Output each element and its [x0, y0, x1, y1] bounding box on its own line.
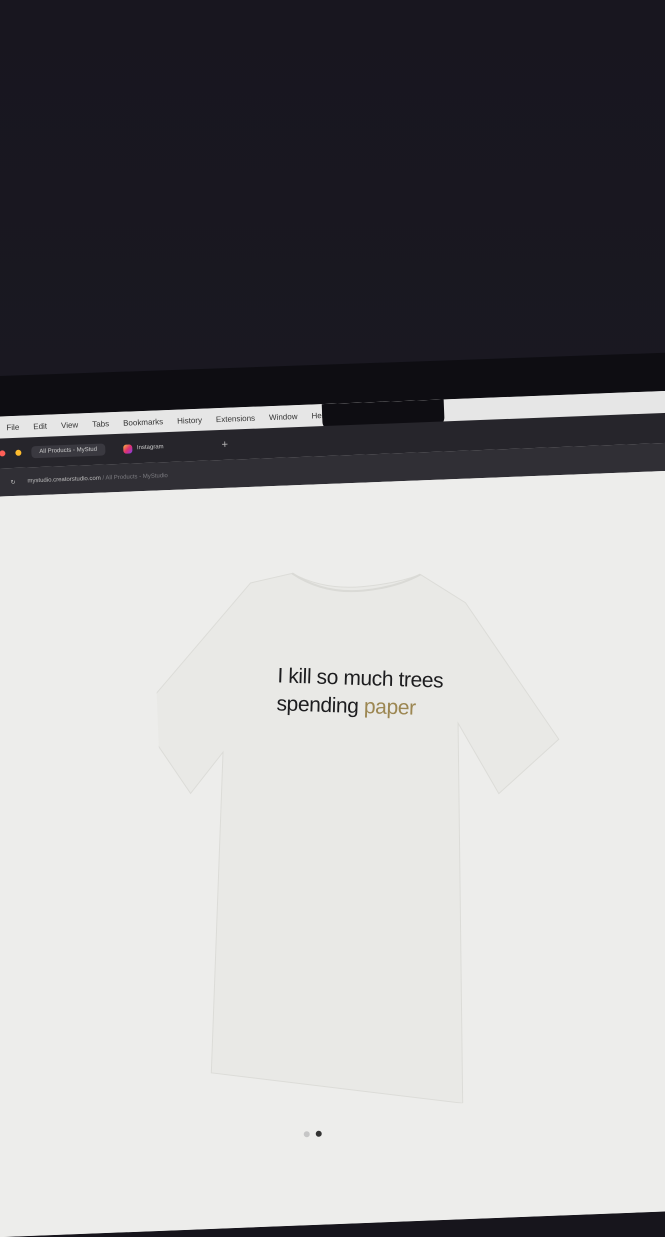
- shirt-print-text: I kill so much trees spending paper: [276, 662, 498, 725]
- carousel-dot-1[interactable]: [303, 1131, 310, 1138]
- product-image[interactable]: I kill so much trees spending paper: [136, 557, 632, 1114]
- tab-all-products[interactable]: All Products - MyStud: [31, 443, 106, 459]
- tshirt-image: [136, 572, 560, 1104]
- page-content: I kill so much trees spending paper: [0, 468, 665, 1237]
- shirt-line-2-highlight: paper: [363, 695, 417, 720]
- carousel-dots: [303, 1130, 322, 1138]
- tab-label: All Products - MyStud: [39, 446, 98, 455]
- menu-extensions[interactable]: Extensions: [216, 413, 255, 423]
- carousel-dot-2[interactable]: [315, 1130, 322, 1137]
- menu-file[interactable]: File: [6, 422, 19, 431]
- menu-history[interactable]: History: [177, 415, 202, 425]
- close-window-button[interactable]: [0, 450, 6, 457]
- menu-bookmarks[interactable]: Bookmarks: [123, 417, 163, 428]
- monitor-screen: File Edit View Tabs Bookmarks History Ex…: [0, 388, 665, 1237]
- instagram-icon: [122, 443, 133, 454]
- url-domain: mystudio.creatorstudio.com: [27, 475, 101, 485]
- menu-window[interactable]: Window: [269, 412, 298, 422]
- menu-view[interactable]: View: [61, 420, 79, 430]
- reload-icon[interactable]: ↻: [10, 478, 15, 485]
- shirt-line-2-prefix: spending: [276, 692, 365, 719]
- menu-tabs[interactable]: Tabs: [92, 419, 109, 429]
- tab-instagram[interactable]: Instagram: [115, 439, 172, 456]
- tab-label: Instagram: [136, 444, 164, 452]
- url-path: / All Products - MyStudio: [102, 473, 168, 482]
- minimize-window-button[interactable]: [15, 449, 22, 456]
- menu-edit[interactable]: Edit: [33, 421, 47, 431]
- new-tab-button[interactable]: +: [221, 439, 228, 451]
